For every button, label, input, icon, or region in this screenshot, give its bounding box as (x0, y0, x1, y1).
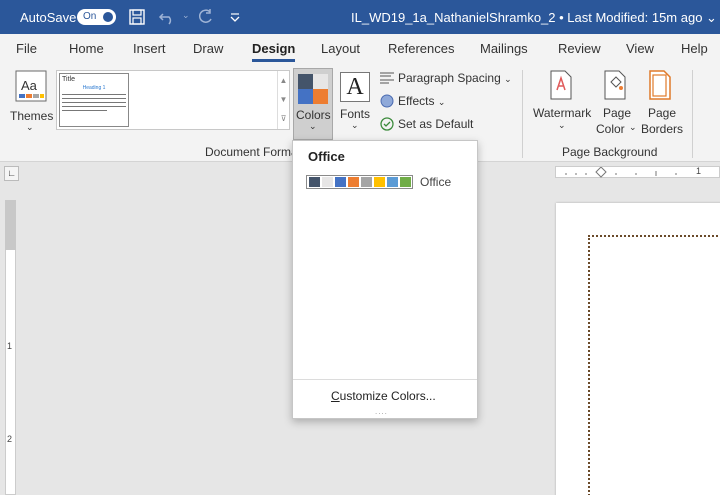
undo-icon[interactable] (158, 8, 176, 26)
page-color-label-2: Color (596, 122, 625, 136)
themes-label: Themes (10, 109, 54, 123)
colors-label: Colors (296, 108, 331, 122)
title-bar: AutoSave On ⌄ IL_WD19_1a_NathanielShramk… (0, 0, 720, 34)
swatch-2 (313, 74, 328, 89)
paragraph-spacing-label: Paragraph Spacing (398, 71, 501, 85)
thumb-heading: Heading 1 (82, 85, 106, 91)
tab-draw[interactable]: Draw (193, 41, 223, 56)
colors-dropdown: Office Office Customize Colors... .... (292, 140, 478, 419)
tab-view[interactable]: View (626, 41, 654, 56)
thumb-title: Title (62, 76, 75, 83)
page-borders-icon (649, 70, 671, 100)
autosave-label: AutoSave (20, 10, 77, 25)
colors-button[interactable]: Colors ⌄ (293, 68, 333, 140)
effects-button[interactable]: Effects ⌄ (379, 94, 445, 108)
colors-icon (298, 74, 328, 104)
fonts-chevron-icon: ⌄ (351, 120, 359, 130)
style-set-thumbnail[interactable]: Title Heading 1 (59, 73, 129, 127)
document-page[interactable] (556, 203, 720, 495)
scheme-color-4 (348, 177, 359, 187)
resize-grip[interactable]: .... (375, 407, 388, 416)
page-color-label-1: Page (603, 106, 632, 120)
thumb-body-lines (62, 93, 126, 111)
gallery-more-icon[interactable]: ⊽ (278, 109, 289, 128)
tab-review[interactable]: Review (558, 41, 601, 56)
effects-icon (380, 94, 394, 108)
color-scheme-office[interactable]: Office (303, 174, 468, 191)
colors-chevron-icon: ⌄ (309, 121, 317, 131)
tab-insert[interactable]: Insert (133, 41, 166, 56)
color-scheme-name: Office (420, 175, 452, 189)
tab-mailings[interactable]: Mailings (480, 41, 528, 56)
tab-help[interactable]: Help (681, 41, 708, 56)
paragraph-spacing-chevron-icon: ⌄ (504, 74, 512, 84)
color-scheme-swatch (306, 175, 413, 189)
toggle-knob (103, 12, 113, 22)
gallery-up-icon[interactable]: ▲ (278, 71, 289, 90)
scheme-color-8 (400, 177, 411, 187)
tab-selector-button[interactable]: ∟ (4, 166, 19, 181)
fonts-icon: A (340, 72, 370, 102)
tab-file[interactable]: File (16, 41, 37, 56)
tab-references[interactable]: References (388, 41, 454, 56)
paragraph-spacing-icon (380, 72, 394, 84)
style-set-gallery[interactable]: Title Heading 1 ▲ ▼ ⊽ (56, 70, 290, 130)
scheme-color-1 (309, 177, 320, 187)
watermark-icon (550, 70, 572, 100)
group-separator (522, 70, 523, 158)
customize-colors-button[interactable]: Customize Colors... (331, 389, 436, 403)
scheme-color-5 (361, 177, 372, 187)
tab-layout[interactable]: Layout (321, 41, 360, 56)
watermark-chevron-icon: ⌄ (558, 120, 566, 130)
tab-design[interactable]: Design (252, 41, 296, 62)
dropdown-section-header: Office (308, 149, 345, 164)
group-document-formatting: Document Forma (205, 145, 298, 159)
themes-button[interactable]: Aa Themes ⌄ (10, 68, 54, 136)
document-title[interactable]: IL_WD19_1a_NathanielShramko_2 • Last Mod… (351, 10, 717, 26)
customize-quick-access-icon[interactable] (226, 8, 244, 26)
redo-icon[interactable] (196, 8, 214, 26)
vertical-ruler-margin (5, 200, 16, 250)
scheme-color-7 (387, 177, 398, 187)
scheme-color-3 (335, 177, 346, 187)
svg-text:Aa: Aa (21, 78, 38, 93)
gallery-scroll: ▲ ▼ ⊽ (277, 71, 289, 129)
ruler-number: 1 (696, 166, 702, 176)
vruler-number-1: 1 (7, 341, 13, 351)
effects-chevron-icon: ⌄ (437, 97, 446, 107)
checkmark-circle-icon (380, 117, 394, 131)
horizontal-ruler[interactable]: 1 (555, 166, 720, 178)
page-borders-label-2: Borders (641, 122, 684, 136)
swatch-1 (298, 74, 313, 89)
page-borders-label-1: Page (648, 106, 677, 120)
fonts-label: Fonts (340, 107, 371, 121)
undo-dropdown-icon[interactable]: ⌄ (182, 10, 190, 21)
vruler-number-2: 2 (7, 434, 13, 444)
swatch-3 (298, 89, 313, 104)
scheme-color-2 (322, 177, 333, 187)
effects-label: Effects (398, 94, 435, 108)
save-icon[interactable] (128, 8, 146, 26)
watermark-label: Watermark (533, 106, 592, 120)
set-as-default-label: Set as Default (398, 117, 474, 131)
gallery-down-icon[interactable]: ▼ (278, 90, 289, 109)
dropdown-separator (293, 379, 477, 380)
scheme-color-6 (374, 177, 385, 187)
group-page-background: Page Background (562, 145, 658, 159)
autosave-state: On (83, 11, 97, 22)
page-margin-guide (588, 235, 720, 495)
themes-chevron-icon: ⌄ (26, 122, 34, 132)
customize-accelerator: C (331, 389, 340, 403)
swatch-4 (313, 89, 328, 104)
page-color-icon (604, 70, 626, 100)
ribbon-tabs: File Home Insert Draw Design Layout Refe… (0, 34, 720, 64)
set-as-default-button[interactable]: Set as Default (379, 117, 473, 131)
autosave-toggle[interactable]: On (77, 9, 116, 25)
tab-home[interactable]: Home (69, 41, 104, 56)
themes-icon: Aa (15, 70, 47, 102)
group-separator-2 (692, 70, 693, 158)
customize-label: ustomize Colors... (339, 389, 436, 403)
paragraph-spacing-button[interactable]: Paragraph Spacing ⌄ (379, 71, 512, 85)
page-color-chevron-icon: ⌄ (629, 122, 637, 132)
